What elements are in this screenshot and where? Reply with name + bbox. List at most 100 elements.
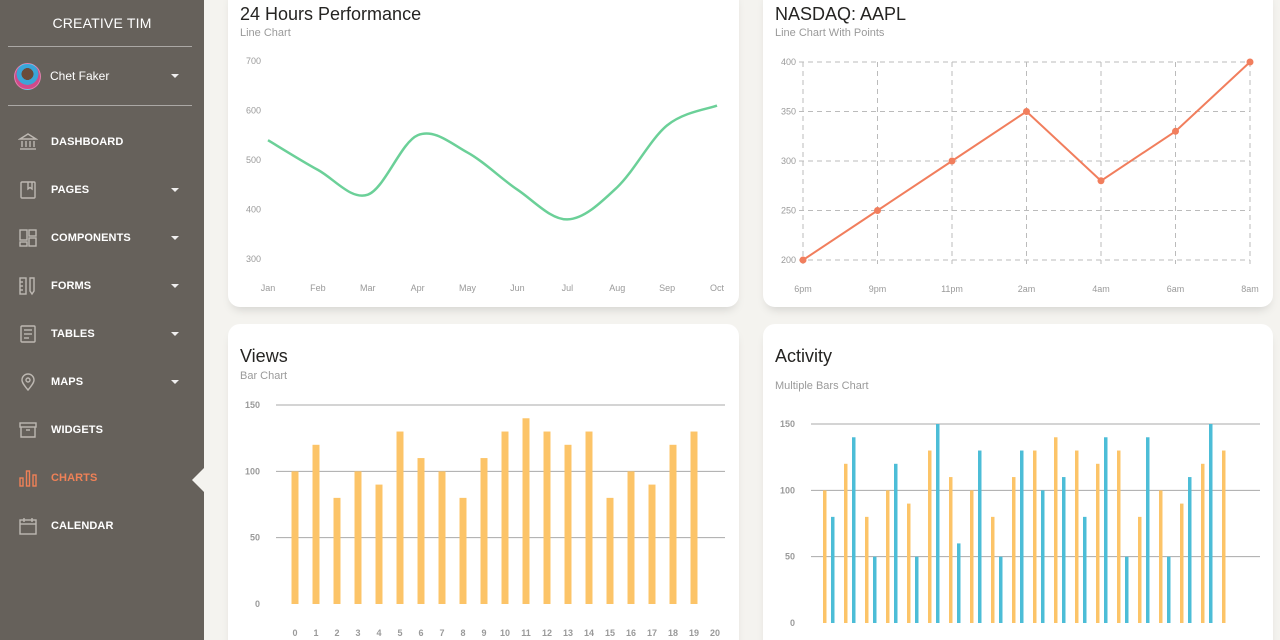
y-tick-label: 400 xyxy=(781,57,796,67)
sidebar-item-label: PAGES xyxy=(51,184,90,196)
bar-series-2 xyxy=(1104,437,1108,623)
ruler-pencil-icon xyxy=(18,276,38,296)
x-tick-label: 3 xyxy=(355,628,360,638)
data-point xyxy=(1246,58,1254,66)
bar-series-2 xyxy=(1188,477,1192,623)
y-tick-label: 100 xyxy=(780,485,795,495)
x-tick-label: 6am xyxy=(1167,284,1185,294)
bar xyxy=(291,471,299,604)
x-tick-label: 4 xyxy=(376,628,381,638)
bar-series-1 xyxy=(1117,450,1121,623)
sidebar-item-calendar[interactable]: CALENDAR xyxy=(0,502,204,550)
box-icon xyxy=(18,420,38,440)
bar-series-2 xyxy=(1167,556,1171,623)
sidebar-item-widgets[interactable]: WIDGETS xyxy=(0,406,204,454)
bar-series-1 xyxy=(970,490,974,623)
user-menu[interactable]: Chet Faker xyxy=(0,47,204,105)
chevron-down-icon xyxy=(171,236,179,240)
x-tick-label: 2am xyxy=(1018,284,1036,294)
sidebar-item-label: MAPS xyxy=(51,376,84,388)
sidebar-item-label: WIDGETS xyxy=(51,424,104,436)
bar-series-1 xyxy=(1201,463,1205,623)
user-name: Chet Faker xyxy=(50,69,110,83)
y-tick-label: 200 xyxy=(781,255,796,265)
sidebar-item-label: FORMS xyxy=(51,280,92,292)
sidebar-item-forms[interactable]: FORMS xyxy=(0,262,204,310)
views-card: Views Bar Chart 150 100 50 0 0 1 2 3 4 5 6 7 8 9 10 11 1… xyxy=(228,324,739,640)
bar-series-2 xyxy=(1041,490,1045,623)
bar-series-2 xyxy=(873,556,877,623)
data-point xyxy=(1172,127,1179,135)
sidebar-item-maps[interactable]: MAPS xyxy=(0,358,204,406)
y-tick-label: 400 xyxy=(246,205,261,215)
sidebar-item-dashboard[interactable]: DASHBOARD xyxy=(0,118,204,166)
x-tick-label: 15 xyxy=(605,628,615,638)
sidebar-item-label: CHARTS xyxy=(51,472,98,484)
x-tick-label: 18 xyxy=(668,628,678,638)
paper-icon xyxy=(18,324,38,344)
bar-series-2 xyxy=(915,556,919,623)
bar-series-1 xyxy=(1222,450,1226,623)
x-tick-label: 8am xyxy=(1241,284,1259,294)
y-tick-label: 50 xyxy=(250,533,260,543)
bar xyxy=(396,431,404,604)
chevron-down-icon xyxy=(171,188,179,192)
sidebar: CREATIVE TIM Chet Faker DASHBOARD PAGES CO… xyxy=(0,0,204,640)
y-tick-label: 600 xyxy=(246,106,261,116)
sidebar-item-pages[interactable]: PAGES xyxy=(0,166,204,214)
sidebar-item-label: CALENDAR xyxy=(51,520,114,532)
bar-series-1 xyxy=(1075,450,1079,623)
x-tick-label: 19 xyxy=(689,628,699,638)
sidebar-item-charts[interactable]: CHARTS xyxy=(0,454,204,502)
x-tick-label: Jun xyxy=(510,283,525,293)
x-tick-label: 17 xyxy=(647,628,657,638)
x-tick-label: 10 xyxy=(500,628,510,638)
bar xyxy=(627,471,635,604)
sidebar-item-label: COMPONENTS xyxy=(51,232,131,244)
y-tick-label: 50 xyxy=(785,552,795,562)
bar-series-2 xyxy=(957,543,961,623)
layout-icon xyxy=(18,228,38,248)
bar-series-1 xyxy=(1180,503,1184,623)
x-tick-label: Apr xyxy=(411,283,425,293)
y-tick-label: 150 xyxy=(780,419,795,429)
bar-series-1 xyxy=(1033,450,1037,623)
bar xyxy=(354,471,362,604)
bar-series-1 xyxy=(1012,477,1016,623)
x-tick-label: Jan xyxy=(261,283,276,293)
x-tick-label: 0 xyxy=(292,628,297,638)
bar-series-1 xyxy=(1096,463,1100,623)
bar-series-1 xyxy=(991,516,995,623)
sidebar-item-components[interactable]: COMPONENTS xyxy=(0,214,204,262)
x-tick-label: 6 xyxy=(418,628,423,638)
bar-series-2 xyxy=(999,556,1003,623)
avatar xyxy=(14,62,41,90)
bar-series-1 xyxy=(823,490,827,623)
nasdaq-card: NASDAQ: AAPL Line Chart With Points 400 3… xyxy=(763,0,1273,307)
bar xyxy=(333,497,341,604)
bar xyxy=(417,458,425,604)
x-tick-label: 16 xyxy=(626,628,636,638)
bar-series-2 xyxy=(1062,477,1066,623)
bank-icon xyxy=(18,132,38,152)
bar-series-2 xyxy=(1083,516,1087,623)
x-tick-label: Mar xyxy=(360,283,376,293)
bar-series-2 xyxy=(852,437,856,623)
bar xyxy=(585,431,593,604)
nasdaq-line-chart: 400 350 300 250 200 6pm 9pm 11pm 2am 4am 6am 8am xyxy=(781,57,1259,294)
x-tick-label: 2 xyxy=(334,628,339,638)
performance-line-chart: 700 600 500 400 300 Jan Feb Mar Apr May Jun Jul Aug S… xyxy=(246,56,725,293)
y-tick-label: 500 xyxy=(246,155,261,165)
series-line xyxy=(267,104,718,221)
sidebar-item-tables[interactable]: TABLES xyxy=(0,310,204,358)
bar xyxy=(543,431,551,604)
data-point xyxy=(799,256,807,264)
y-tick-label: 250 xyxy=(781,206,796,216)
data-point xyxy=(1097,177,1105,185)
bar-series-1 xyxy=(1159,490,1163,623)
y-tick-label: 100 xyxy=(245,466,260,476)
x-tick-label: May xyxy=(459,283,477,293)
pin-icon xyxy=(18,372,38,392)
y-tick-label: 0 xyxy=(255,599,260,609)
brand-logo-text[interactable]: CREATIVE TIM xyxy=(0,0,204,46)
